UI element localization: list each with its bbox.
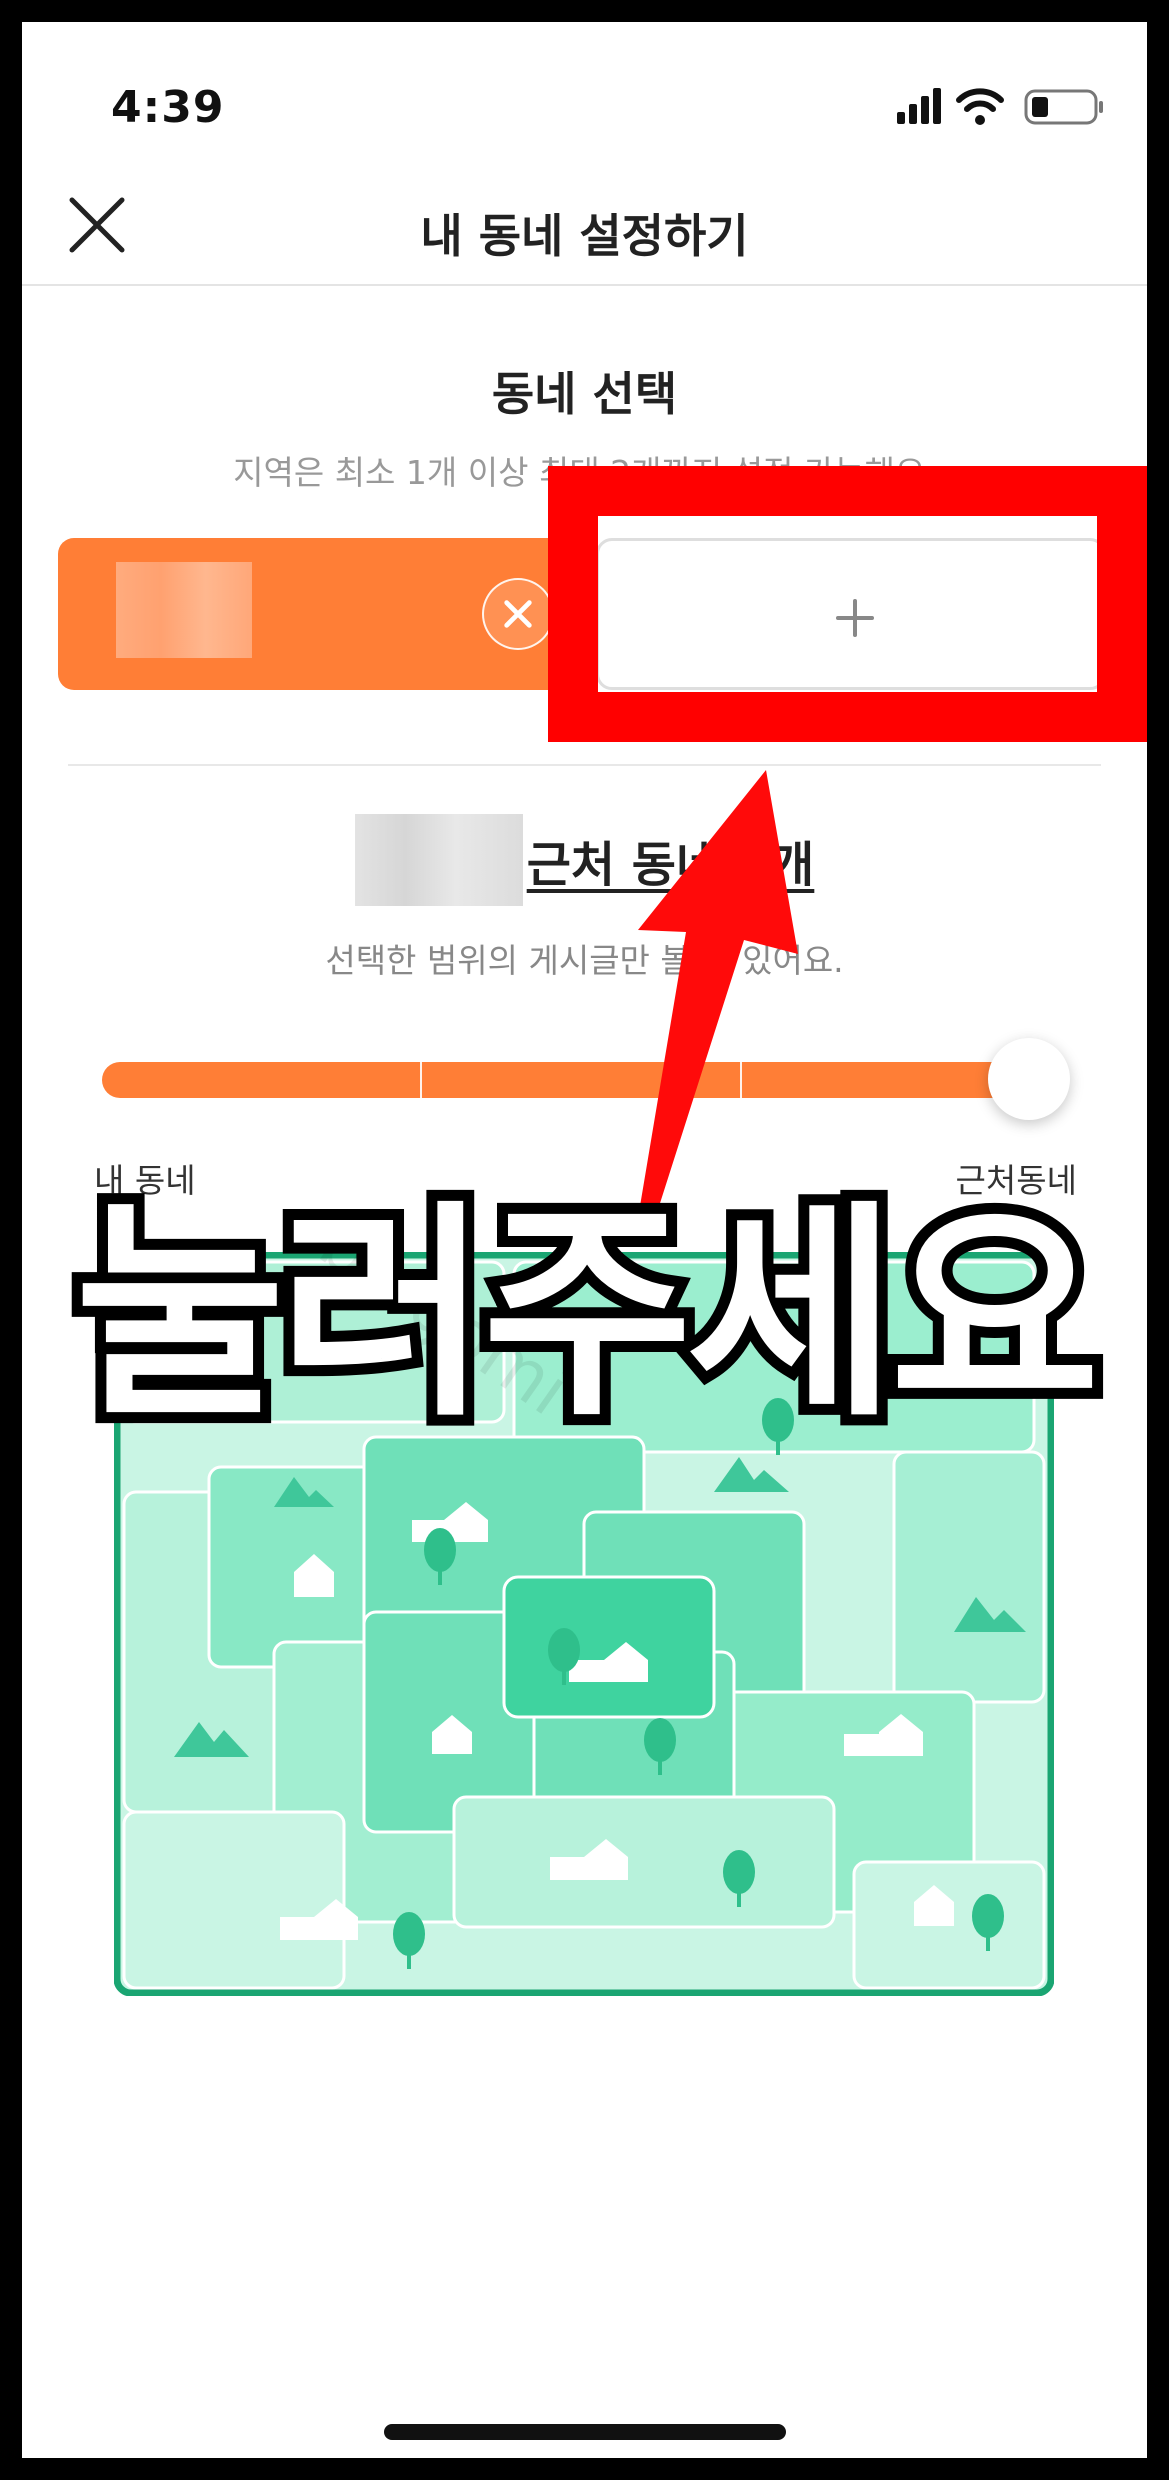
range-description: 선택한 범위의 게시글만 볼 수 있어요. (325, 941, 844, 980)
signal-icon (897, 88, 941, 124)
section-title: 동네 선택 (491, 367, 678, 421)
range-slider-thumb[interactable] (988, 1038, 1070, 1120)
pointer-arrow-icon (638, 770, 798, 1222)
highlight-box (548, 466, 1147, 742)
close-circle-icon[interactable] (482, 578, 554, 650)
status-time: 4:39 (111, 82, 225, 133)
slider-tick (420, 1062, 422, 1098)
section-divider (68, 764, 1101, 766)
overlay-caption: 눌러주세요 (64, 1181, 1111, 1447)
range-title-row: 근처 동네 5개 (22, 812, 1147, 908)
phone-screen: 4:39 내 동네 설정하기 동네 선택 지역은 최소 1개 이상 최대 2개까… (22, 22, 1147, 2458)
home-indicator[interactable] (384, 2424, 786, 2440)
selected-region-chip[interactable] (58, 538, 568, 690)
range-slider-track[interactable] (102, 1062, 1062, 1098)
status-icons (897, 88, 1103, 125)
blurred-region-name (354, 814, 523, 906)
battery-icon (1024, 89, 1103, 125)
page-title: 내 동네 설정하기 (420, 209, 749, 263)
wifi-icon (956, 88, 1004, 125)
blurred-region-name (116, 562, 252, 658)
header-divider (22, 284, 1147, 286)
